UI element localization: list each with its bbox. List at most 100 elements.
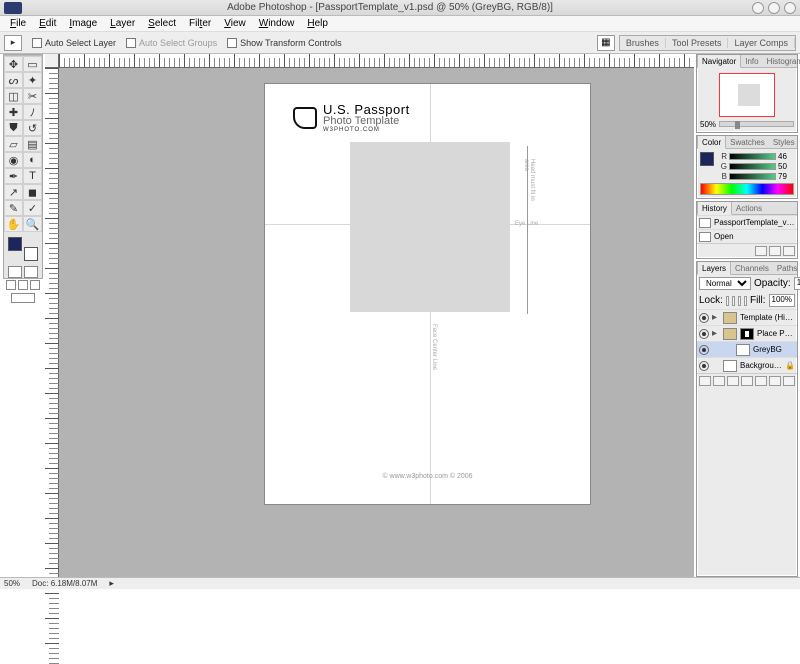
tab-info[interactable]: Info bbox=[741, 55, 762, 67]
menu-view[interactable]: View bbox=[218, 17, 252, 30]
tab-color[interactable]: Color bbox=[697, 136, 726, 149]
ruler-origin[interactable] bbox=[45, 54, 59, 68]
tool-pen[interactable]: ✒ bbox=[4, 168, 23, 184]
tool-zoom[interactable]: 🔍 bbox=[23, 216, 42, 232]
tool-dodge[interactable]: ◐ bbox=[23, 152, 42, 168]
background-color-swatch[interactable] bbox=[24, 247, 38, 261]
visibility-icon[interactable] bbox=[699, 329, 709, 339]
menu-window[interactable]: Window bbox=[253, 17, 301, 30]
layer-new-icon[interactable] bbox=[769, 376, 781, 386]
tool-eyedrop[interactable]: ✓ bbox=[23, 200, 42, 216]
layer-link-icon[interactable] bbox=[699, 376, 711, 386]
tool-wand[interactable]: ✦ bbox=[23, 72, 42, 88]
tool-stamp[interactable]: ⛊ bbox=[4, 120, 23, 136]
palette-tab-comps[interactable]: Layer Comps bbox=[728, 38, 795, 48]
maximize-button[interactable] bbox=[768, 2, 780, 14]
layer-adjust-icon[interactable] bbox=[741, 376, 753, 386]
foreground-color-swatch[interactable] bbox=[8, 237, 22, 251]
disclosure-icon[interactable]: ▸ bbox=[712, 312, 720, 323]
color-fg-swatch[interactable] bbox=[700, 152, 714, 166]
menu-edit[interactable]: Edit bbox=[33, 17, 62, 30]
minimize-button[interactable] bbox=[752, 2, 764, 14]
lock-pos-icon[interactable] bbox=[738, 296, 741, 306]
screen-full-menu-icon[interactable] bbox=[18, 280, 28, 290]
document-canvas[interactable]: U.S. Passport Photo Template W3PHOTO.COM… bbox=[265, 84, 590, 504]
color-B-slider[interactable] bbox=[729, 173, 776, 180]
tool-heal[interactable]: ✚ bbox=[4, 104, 23, 120]
opacity-value[interactable]: 100% bbox=[794, 277, 800, 290]
history-snapshot-icon[interactable] bbox=[755, 246, 767, 256]
tool-hand[interactable]: ✋ bbox=[4, 216, 23, 232]
color-spectrum[interactable] bbox=[700, 183, 794, 195]
close-button[interactable] bbox=[784, 2, 796, 14]
layer-row[interactable]: GreyBG bbox=[697, 341, 797, 357]
jump-to-imageready-icon[interactable] bbox=[11, 293, 35, 303]
screen-full-icon[interactable] bbox=[30, 280, 40, 290]
status-zoom[interactable]: 50% bbox=[4, 579, 20, 588]
layer-group-icon[interactable] bbox=[755, 376, 767, 386]
tab-paths[interactable]: Paths bbox=[773, 262, 800, 274]
navigator-zoom-slider[interactable] bbox=[719, 121, 794, 127]
tool-gradient[interactable]: ▤ bbox=[23, 136, 42, 152]
tab-channels[interactable]: Channels bbox=[731, 262, 773, 274]
layer-row[interactable]: ▸Template (Hide When Do… bbox=[697, 309, 797, 325]
tool-type[interactable]: T bbox=[23, 168, 42, 184]
tab-swatches[interactable]: Swatches bbox=[726, 136, 769, 148]
menu-image[interactable]: Image bbox=[63, 17, 103, 30]
layer-mask-icon[interactable] bbox=[727, 376, 739, 386]
color-R-value[interactable]: 46 bbox=[778, 152, 794, 161]
opt-auto-select-layer[interactable]: Auto Select Layer bbox=[32, 38, 116, 48]
standard-mode-icon[interactable] bbox=[8, 266, 22, 278]
tab-navigator[interactable]: Navigator bbox=[697, 55, 741, 68]
visibility-icon[interactable] bbox=[699, 313, 709, 323]
quickmask-mode-icon[interactable] bbox=[24, 266, 38, 278]
palette-well-toggle-icon[interactable]: ▦ bbox=[597, 35, 615, 51]
layer-row[interactable]: ▸Place Photo In H… bbox=[697, 325, 797, 341]
palette-tab-presets[interactable]: Tool Presets bbox=[666, 38, 729, 48]
disclosure-icon[interactable]: ▸ bbox=[712, 328, 720, 339]
history-item[interactable]: Open bbox=[697, 229, 797, 243]
history-trash-icon[interactable] bbox=[783, 246, 795, 256]
lock-all-icon[interactable] bbox=[744, 296, 747, 306]
menu-file[interactable]: File bbox=[4, 17, 32, 30]
tool-path[interactable]: ↗ bbox=[4, 184, 23, 200]
color-B-value[interactable]: 79 bbox=[778, 172, 794, 181]
menu-help[interactable]: Help bbox=[301, 17, 334, 30]
tool-crop[interactable]: ◫ bbox=[4, 88, 23, 104]
opt-show-transform[interactable]: Show Transform Controls bbox=[227, 38, 342, 48]
tool-slice[interactable]: ✂ bbox=[23, 88, 42, 104]
color-G-slider[interactable] bbox=[729, 163, 776, 170]
tool-lasso[interactable]: ᔕ bbox=[4, 72, 23, 88]
tab-layers[interactable]: Layers bbox=[697, 262, 731, 275]
tab-styles[interactable]: Styles bbox=[769, 136, 799, 148]
tool-notes[interactable]: ✎ bbox=[4, 200, 23, 216]
tool-move[interactable]: ✥ bbox=[4, 56, 23, 72]
tool-eraser[interactable]: ▱ bbox=[4, 136, 23, 152]
lock-trans-icon[interactable] bbox=[726, 296, 729, 306]
palette-tab-brushes[interactable]: Brushes bbox=[620, 38, 666, 48]
tool-marquee[interactable]: ▭ bbox=[23, 56, 42, 72]
tool-blur[interactable]: ◉ bbox=[4, 152, 23, 168]
tool-shape[interactable]: ◼ bbox=[23, 184, 42, 200]
status-menu-icon[interactable]: ▸ bbox=[109, 578, 114, 589]
lock-pixels-icon[interactable] bbox=[732, 296, 735, 306]
ruler-horizontal[interactable] bbox=[59, 54, 694, 68]
color-R-slider[interactable] bbox=[729, 153, 776, 160]
visibility-icon[interactable] bbox=[699, 345, 709, 355]
layer-row[interactable]: Background🔒 bbox=[697, 357, 797, 373]
history-new-icon[interactable] bbox=[769, 246, 781, 256]
status-docsize[interactable]: Doc: 6.18M/8.07M bbox=[32, 579, 97, 588]
tool-history-brush[interactable]: ↺ bbox=[23, 120, 42, 136]
color-G-value[interactable]: 50 bbox=[778, 162, 794, 171]
menu-filter[interactable]: Filter bbox=[183, 17, 217, 30]
history-item[interactable]: PassportTemplate_v1.psd bbox=[697, 215, 797, 229]
tab-histogram[interactable]: Histogram bbox=[763, 55, 800, 67]
layer-trash-icon[interactable] bbox=[783, 376, 795, 386]
menu-layer[interactable]: Layer bbox=[104, 17, 141, 30]
blend-mode-select[interactable]: Normal bbox=[699, 277, 751, 290]
navigator-thumb[interactable] bbox=[719, 73, 775, 117]
layer-fx-icon[interactable] bbox=[713, 376, 725, 386]
tool-brush[interactable]: ﾉ bbox=[23, 104, 42, 120]
ruler-vertical[interactable] bbox=[45, 68, 59, 577]
layer-name[interactable]: Background bbox=[740, 361, 782, 370]
